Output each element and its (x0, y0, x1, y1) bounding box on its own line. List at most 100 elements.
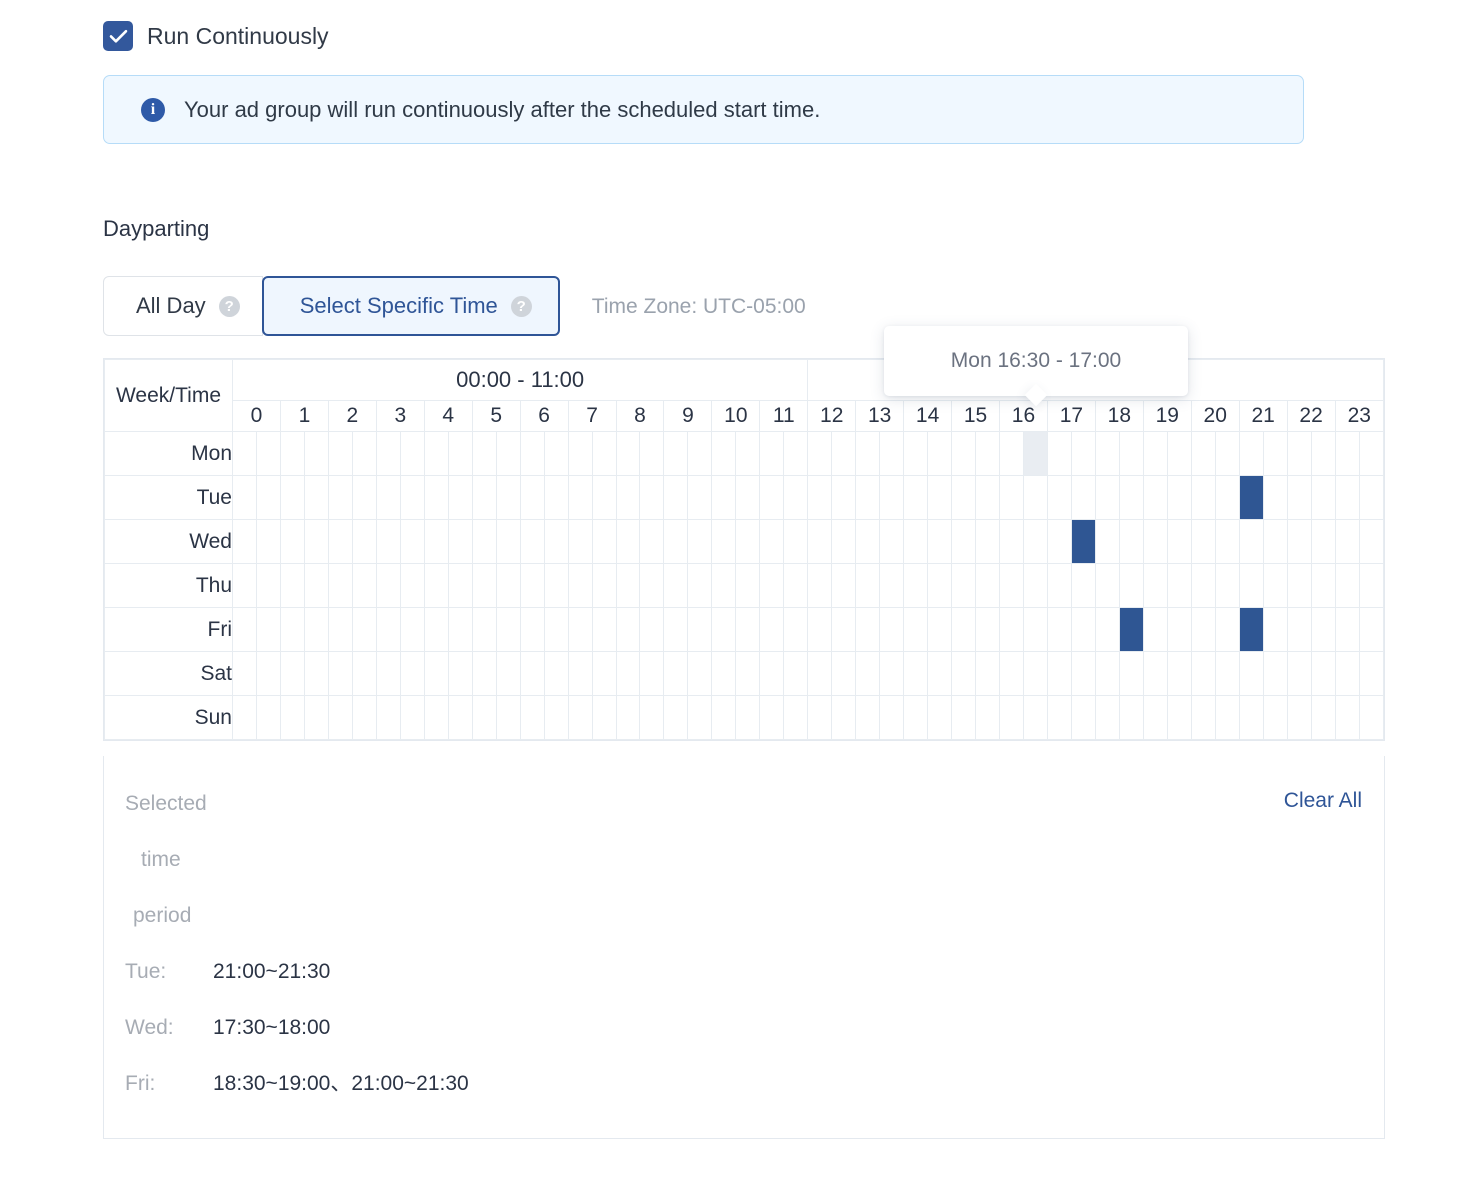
grid-cell-wed-2200[interactable] (1287, 520, 1311, 564)
grid-cell-mon-0230[interactable] (352, 432, 376, 476)
grid-cell-wed-1600[interactable] (1000, 520, 1024, 564)
grid-cell-sat-2130[interactable] (1263, 652, 1287, 696)
grid-cell-fri-1230[interactable] (832, 608, 856, 652)
grid-cell-mon-2230[interactable] (1311, 432, 1335, 476)
grid-cell-wed-2000[interactable] (1191, 520, 1215, 564)
grid-cell-wed-1330[interactable] (880, 520, 904, 564)
grid-cell-fri-1300[interactable] (856, 608, 880, 652)
grid-cell-wed-1630[interactable] (1023, 520, 1047, 564)
grid-cell-sat-0700[interactable] (568, 652, 592, 696)
grid-cell-mon-2300[interactable] (1335, 432, 1359, 476)
grid-cell-wed-0100[interactable] (280, 520, 304, 564)
grid-cell-fri-1130[interactable] (784, 608, 808, 652)
grid-cell-fri-0930[interactable] (688, 608, 712, 652)
grid-cell-tue-1330[interactable] (880, 476, 904, 520)
grid-cell-mon-1400[interactable] (904, 432, 928, 476)
grid-cell-mon-1030[interactable] (736, 432, 760, 476)
grid-cell-wed-2300[interactable] (1335, 520, 1359, 564)
grid-cell-thu-0000[interactable] (233, 564, 257, 608)
grid-cell-sun-0700[interactable] (568, 696, 592, 740)
grid-cell-tue-0000[interactable] (233, 476, 257, 520)
grid-cell-mon-2000[interactable] (1191, 432, 1215, 476)
grid-cell-wed-1830[interactable] (1119, 520, 1143, 564)
grid-cell-sat-1130[interactable] (784, 652, 808, 696)
grid-cell-mon-0700[interactable] (568, 432, 592, 476)
grid-cell-fri-2200[interactable] (1287, 608, 1311, 652)
grid-cell-sun-0200[interactable] (328, 696, 352, 740)
grid-cell-mon-1530[interactable] (976, 432, 1000, 476)
grid-cell-mon-1500[interactable] (952, 432, 976, 476)
grid-cell-fri-2300[interactable] (1335, 608, 1359, 652)
grid-cell-tue-0300[interactable] (376, 476, 400, 520)
grid-cell-wed-0800[interactable] (616, 520, 640, 564)
grid-cell-tue-2200[interactable] (1287, 476, 1311, 520)
grid-cell-tue-2130[interactable] (1263, 476, 1287, 520)
grid-cell-tue-2300[interactable] (1335, 476, 1359, 520)
grid-cell-tue-1730[interactable] (1071, 476, 1095, 520)
grid-cell-thu-2330[interactable] (1359, 564, 1383, 608)
grid-cell-tue-1600[interactable] (1000, 476, 1024, 520)
grid-cell-wed-1400[interactable] (904, 520, 928, 564)
grid-cell-tue-0700[interactable] (568, 476, 592, 520)
grid-cell-thu-2230[interactable] (1311, 564, 1335, 608)
grid-cell-sat-0900[interactable] (664, 652, 688, 696)
grid-cell-sun-2000[interactable] (1191, 696, 1215, 740)
grid-cell-fri-1030[interactable] (736, 608, 760, 652)
grid-cell-fri-1730[interactable] (1071, 608, 1095, 652)
grid-cell-tue-0200[interactable] (328, 476, 352, 520)
grid-cell-thu-0500[interactable] (472, 564, 496, 608)
grid-cell-thu-2030[interactable] (1215, 564, 1239, 608)
run-continuously-row[interactable]: Run Continuously (103, 21, 329, 51)
grid-cell-wed-2330[interactable] (1359, 520, 1383, 564)
grid-cell-sun-1630[interactable] (1023, 696, 1047, 740)
grid-cell-tue-0230[interactable] (352, 476, 376, 520)
run-continuously-checkbox[interactable] (103, 21, 133, 51)
grid-cell-mon-1600[interactable] (1000, 432, 1024, 476)
grid-cell-sat-0800[interactable] (616, 652, 640, 696)
grid-cell-thu-1130[interactable] (784, 564, 808, 608)
grid-cell-fri-1830[interactable] (1119, 608, 1143, 652)
grid-cell-fri-0100[interactable] (280, 608, 304, 652)
grid-cell-sun-0830[interactable] (640, 696, 664, 740)
grid-cell-mon-1930[interactable] (1167, 432, 1191, 476)
grid-cell-wed-1130[interactable] (784, 520, 808, 564)
grid-cell-wed-1700[interactable] (1047, 520, 1071, 564)
grid-cell-sat-0930[interactable] (688, 652, 712, 696)
grid-cell-mon-0000[interactable] (233, 432, 257, 476)
grid-cell-sun-1800[interactable] (1095, 696, 1119, 740)
grid-cell-sun-0930[interactable] (688, 696, 712, 740)
grid-cell-thu-0230[interactable] (352, 564, 376, 608)
grid-cell-mon-0830[interactable] (640, 432, 664, 476)
grid-cell-fri-1630[interactable] (1023, 608, 1047, 652)
grid-cell-sat-1900[interactable] (1143, 652, 1167, 696)
grid-cell-thu-1000[interactable] (712, 564, 736, 608)
grid-cell-tue-1000[interactable] (712, 476, 736, 520)
clear-all-button[interactable]: Clear All (1284, 789, 1362, 813)
grid-cell-sat-1330[interactable] (880, 652, 904, 696)
grid-cell-tue-1530[interactable] (976, 476, 1000, 520)
grid-cell-tue-1300[interactable] (856, 476, 880, 520)
grid-cell-fri-0030[interactable] (256, 608, 280, 652)
grid-cell-thu-1300[interactable] (856, 564, 880, 608)
grid-cell-fri-0800[interactable] (616, 608, 640, 652)
grid-cell-mon-0400[interactable] (424, 432, 448, 476)
grid-cell-thu-1830[interactable] (1119, 564, 1143, 608)
grid-cell-tue-0730[interactable] (592, 476, 616, 520)
grid-cell-mon-2100[interactable] (1239, 432, 1263, 476)
grid-cell-thu-1700[interactable] (1047, 564, 1071, 608)
grid-cell-thu-1030[interactable] (736, 564, 760, 608)
tab-select-specific-time[interactable]: Select Specific Time ? (262, 276, 560, 336)
grid-cell-sun-0000[interactable] (233, 696, 257, 740)
grid-cell-mon-0200[interactable] (328, 432, 352, 476)
grid-cell-fri-0300[interactable] (376, 608, 400, 652)
grid-cell-mon-1300[interactable] (856, 432, 880, 476)
grid-cell-wed-0330[interactable] (400, 520, 424, 564)
grid-cell-sun-0630[interactable] (544, 696, 568, 740)
grid-cell-sat-0030[interactable] (256, 652, 280, 696)
grid-cell-mon-0930[interactable] (688, 432, 712, 476)
grid-cell-wed-1430[interactable] (928, 520, 952, 564)
grid-cell-tue-0400[interactable] (424, 476, 448, 520)
grid-cell-mon-1200[interactable] (808, 432, 832, 476)
grid-cell-thu-1330[interactable] (880, 564, 904, 608)
grid-cell-tue-2100[interactable] (1239, 476, 1263, 520)
